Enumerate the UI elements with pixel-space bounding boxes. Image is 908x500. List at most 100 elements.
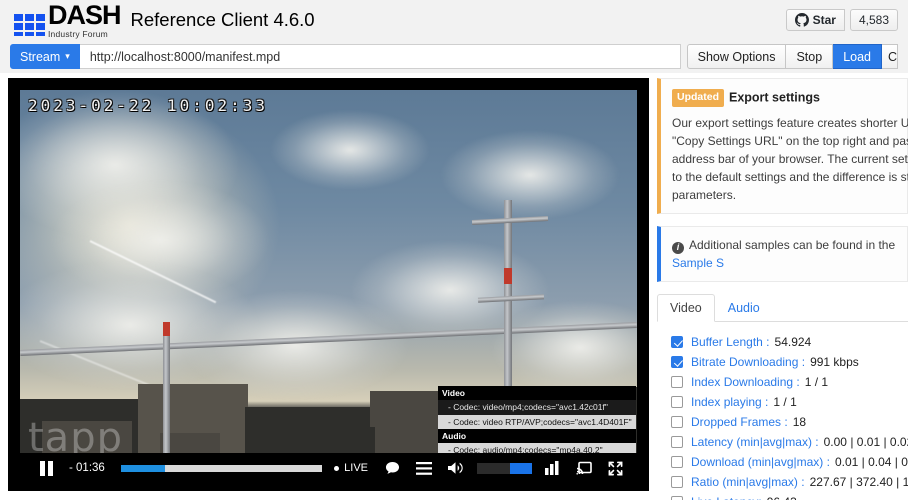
alert-export-settings: Updated Export settings Our export settin… xyxy=(657,78,908,215)
metric-row: Ratio (min|avg|max) : 227.67 | 372.40 | 1… xyxy=(657,472,908,492)
cloud-shape xyxy=(440,130,620,220)
github-icon xyxy=(794,13,809,27)
menu-icon[interactable] xyxy=(416,461,432,475)
stop-button[interactable]: Stop xyxy=(786,44,834,69)
alert-body: Our export settings feature creates shor… xyxy=(672,114,908,204)
metric-label: Bitrate Downloading : xyxy=(691,355,806,370)
logo-dash-text: DASH xyxy=(48,0,122,30)
metric-label: Live Latency: xyxy=(691,495,762,500)
alert-body-line: parameters. xyxy=(672,188,737,203)
pole-marker xyxy=(163,322,170,336)
brand-logo: DASH Industry Forum xyxy=(14,0,122,39)
cast-icon[interactable] xyxy=(576,461,592,475)
bitrate-bars-icon[interactable] xyxy=(545,461,560,475)
metric-checkbox[interactable] xyxy=(671,496,683,500)
fullscreen-icon[interactable] xyxy=(608,461,623,476)
metric-checkbox[interactable] xyxy=(671,376,683,389)
metrics-tabs: Video Audio xyxy=(657,294,908,323)
metric-row: Live Latency: 96.43 xyxy=(657,492,908,500)
stream-toolbar: Stream ▾ http://localhost:8000/manifest.… xyxy=(0,40,908,73)
metric-checkbox[interactable] xyxy=(671,396,683,409)
cloud-shape xyxy=(270,110,430,190)
show-options-button[interactable]: Show Options xyxy=(686,44,787,69)
metric-checkbox[interactable] xyxy=(671,476,683,489)
metric-label: Buffer Length : xyxy=(691,335,770,350)
codec-tooltip-video-heading: Video xyxy=(438,386,636,401)
video-player[interactable]: tapp 2023-02-22 10:02:33 Video - Codec: … xyxy=(8,78,649,491)
github-star-label: Star xyxy=(812,13,836,27)
metric-label: Dropped Frames : xyxy=(691,415,788,430)
dash-logo-icon xyxy=(14,14,45,37)
metric-checkbox[interactable] xyxy=(671,356,683,369)
copy-settings-url-button[interactable]: C xyxy=(882,44,898,69)
tab-audio[interactable]: Audio xyxy=(715,294,773,322)
metric-label: Index Downloading : xyxy=(691,375,800,390)
metric-value: 227.67 | 372.40 | 1516.36 xyxy=(809,475,908,490)
page-title: Reference Client 4.6.0 xyxy=(130,8,315,30)
metric-row: Latency (min|avg|max) : 0.00 | 0.01 | 0.0… xyxy=(657,432,908,452)
metric-checkbox[interactable] xyxy=(671,336,683,349)
sample-streams-link[interactable]: Sample S xyxy=(672,256,724,270)
metric-row: Bitrate Downloading : 991 kbps xyxy=(657,352,908,372)
codec-tooltip-video-row: - Codec: video RTP/AVP;codecs="avc1.4D40… xyxy=(438,414,636,429)
live-dot-icon xyxy=(334,465,340,471)
caption-bubble-icon[interactable] xyxy=(385,461,400,476)
header-actions: Star 4,583 xyxy=(785,9,898,31)
manifest-url-input[interactable]: http://localhost:8000/manifest.mpd xyxy=(79,44,681,69)
metric-checkbox[interactable] xyxy=(671,456,683,469)
github-star-button[interactable]: Star xyxy=(785,9,845,31)
tab-video[interactable]: Video xyxy=(657,294,715,323)
metric-row: Download (min|avg|max) : 0.01 | 0.04 | 0.… xyxy=(657,452,908,472)
alert-body-line: to the default settings and the differen… xyxy=(672,170,908,185)
alert-body-line: address bar of your browser. The current… xyxy=(672,152,908,167)
metrics-list: Buffer Length : 54.924 Bitrate Downloading… xyxy=(657,322,908,500)
metric-label: Latency (min|avg|max) : xyxy=(691,435,819,450)
live-indicator[interactable]: LIVE xyxy=(334,462,368,474)
metric-value: 1 / 1 xyxy=(804,375,829,390)
toolbar-button-group: Show Options Stop Load C xyxy=(686,44,898,69)
video-timestamp-overlay: 2023-02-22 10:02:33 xyxy=(28,96,269,115)
live-label-text: LIVE xyxy=(344,462,368,474)
alert-additional-samples: i Additional samples can be found in the … xyxy=(657,226,908,283)
dash-reference-client-app: DASH Industry Forum Reference Client 4.6… xyxy=(0,0,908,500)
video-frame: tapp 2023-02-22 10:02:33 Video - Codec: … xyxy=(20,90,637,479)
metric-value: 18 xyxy=(792,415,807,430)
alert-info-text: Additional samples can be found in the xyxy=(689,238,896,253)
metric-value: 0.00 | 0.01 | 0.02 xyxy=(823,435,908,450)
volume-slider-fill xyxy=(510,462,532,474)
alert-title: Export settings xyxy=(729,90,820,105)
pause-icon[interactable] xyxy=(40,460,53,476)
metric-value: 96.43 xyxy=(767,495,797,500)
metric-label: Download (min|avg|max) : xyxy=(691,455,830,470)
metric-label: Index playing : xyxy=(691,395,769,410)
metric-value: 991 kbps xyxy=(810,355,859,370)
metric-checkbox[interactable] xyxy=(671,416,683,429)
metric-row: Dropped Frames : 18 xyxy=(657,412,908,432)
metric-value: 54.924 xyxy=(774,335,812,350)
codec-tooltip-video-row: - Codec: video/mp4;codecs="avc1.42c01f" xyxy=(438,400,636,415)
metric-value: 0.01 | 0.04 | 0.07 xyxy=(834,455,908,470)
volume-icon[interactable] xyxy=(448,461,464,475)
stream-dropdown-label: Stream xyxy=(20,49,61,64)
alert-body-line: Our export settings feature creates shor… xyxy=(672,116,908,131)
info-icon: i xyxy=(672,241,684,254)
alert-body-line: "Copy Settings URL" on the top right and… xyxy=(672,134,908,149)
info-panel: Updated Export settings Our export settin… xyxy=(657,78,908,500)
seek-bar-fill xyxy=(120,464,166,472)
codec-tooltip-audio-heading: Audio xyxy=(438,428,636,444)
logo-wordmark: DASH Industry Forum xyxy=(48,0,122,39)
metric-checkbox[interactable] xyxy=(671,436,683,449)
seek-bar[interactable] xyxy=(120,464,323,472)
load-button[interactable]: Load xyxy=(833,44,882,69)
volume-slider[interactable] xyxy=(477,462,532,474)
stream-dropdown-button[interactable]: Stream ▾ xyxy=(10,44,80,69)
metric-row: Index Downloading : 1 / 1 xyxy=(657,372,908,392)
github-star-count[interactable]: 4,583 xyxy=(849,9,898,31)
status-badge: Updated xyxy=(672,88,724,107)
chevron-down-icon: ▾ xyxy=(65,51,70,61)
player-control-bar: - 01:36 LIVE xyxy=(20,453,637,483)
time-remaining-label: - 01:36 xyxy=(69,462,105,474)
metric-row: Buffer Length : 54.924 xyxy=(657,332,908,352)
codec-tooltip: Video - Codec: video/mp4;codecs="avc1.42… xyxy=(438,386,636,458)
pole-marker xyxy=(504,268,512,284)
